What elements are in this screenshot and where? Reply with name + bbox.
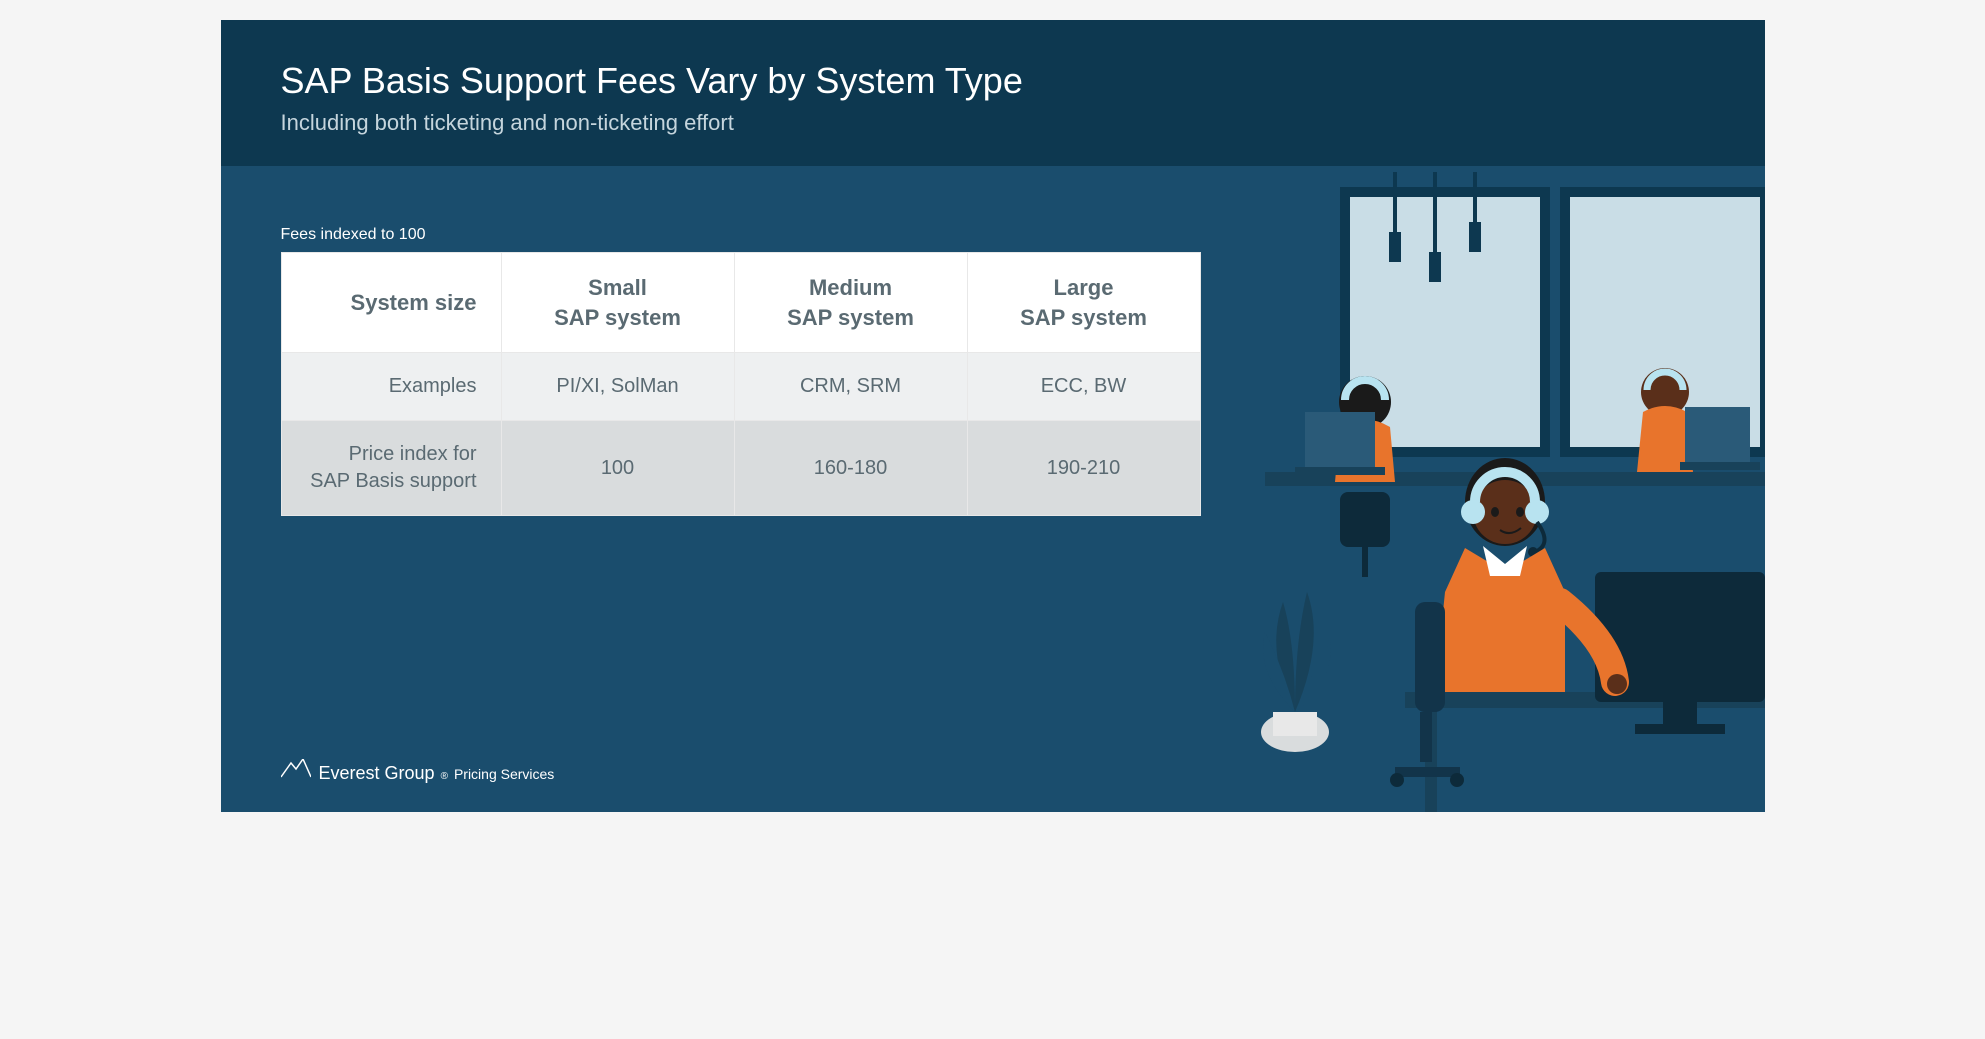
table-corner-label: System size	[281, 253, 501, 353]
col-header-large: Large SAP system	[967, 253, 1200, 353]
footer: Everest Group ® Pricing Services	[281, 759, 555, 784]
pricing-table: System size Small SAP system Medium SAP …	[281, 252, 1201, 516]
slide-subtitle: Including both ticketing and non-ticketi…	[281, 110, 1705, 136]
everest-logo-icon	[281, 759, 311, 784]
cell-index-small: 100	[501, 421, 734, 516]
table-caption: Fees indexed to 100	[281, 226, 1705, 244]
slide-title: SAP Basis Support Fees Vary by System Ty…	[281, 60, 1705, 102]
cell-index-medium: 160-180	[734, 421, 967, 516]
table-row: Price index for SAP Basis support 100 16…	[281, 421, 1200, 516]
cell-index-large: 190-210	[967, 421, 1200, 516]
slide: SAP Basis Support Fees Vary by System Ty…	[221, 20, 1765, 812]
brand-reg: ®	[441, 771, 448, 782]
cell-examples-small: PI/XI, SolMan	[501, 353, 734, 421]
brand-name: Everest Group	[319, 763, 435, 784]
cell-examples-large: ECC, BW	[967, 353, 1200, 421]
slide-header: SAP Basis Support Fees Vary by System Ty…	[221, 20, 1765, 166]
col-header-medium: Medium SAP system	[734, 253, 967, 353]
slide-content: Fees indexed to 100 System size Small SA…	[221, 166, 1765, 576]
cell-examples-medium: CRM, SRM	[734, 353, 967, 421]
col-header-small: Small SAP system	[501, 253, 734, 353]
row-label-examples: Examples	[281, 353, 501, 421]
table-header-row: System size Small SAP system Medium SAP …	[281, 253, 1200, 353]
footer-brand: Everest Group ® Pricing Services	[319, 763, 555, 784]
table-row: Examples PI/XI, SolMan CRM, SRM ECC, BW	[281, 353, 1200, 421]
row-label-price-index: Price index for SAP Basis support	[281, 421, 501, 516]
brand-suffix: Pricing Services	[454, 766, 554, 782]
